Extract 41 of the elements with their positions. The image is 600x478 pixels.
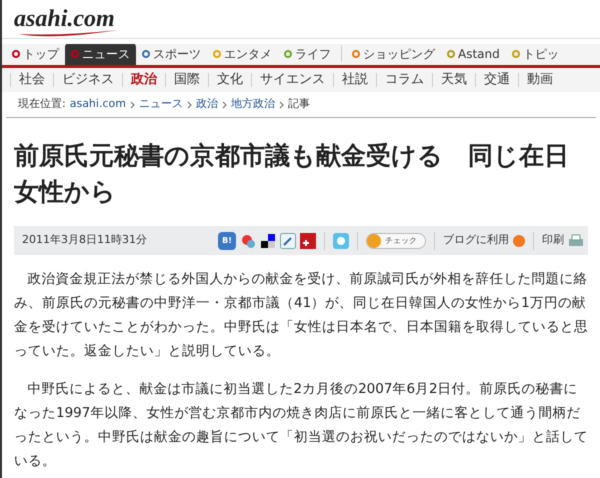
printer-icon <box>568 234 584 248</box>
breadcrumb-link[interactable]: 政治 <box>196 96 218 113</box>
nav-tab[interactable]: Astand <box>441 44 506 65</box>
nav-tab[interactable]: ライフ <box>278 44 337 65</box>
category-link[interactable]: 交通 <box>476 70 518 90</box>
category-link[interactable]: 国際 <box>166 70 208 90</box>
breadcrumb-current: 記事 <box>288 96 310 112</box>
nav-tab[interactable]: トップ <box>6 44 65 65</box>
nav-tab[interactable]: ニュース <box>65 44 136 65</box>
article-paragraph: 政治資金規正法が禁じる外国人からの献金を受け、前原誠司氏が外相を辞任した問題に絡み、前原氏の元秘書の中野洋一・京都市議（41）が、同じ在日韓国人の女性から1万円の献金を受けていたことがわかった。中野氏は「女性は日本名で、日本国籍を取得していると思っていた。返金したい」と説明している。 <box>14 270 588 361</box>
headline: 前原氏元秘書の京都市議も献金受ける 同じ在日女性から <box>13 140 570 208</box>
chevron-icon <box>278 100 284 108</box>
breadcrumb-link[interactable]: 地方政治 <box>230 96 275 113</box>
category-link[interactable]: 政治 <box>123 70 165 90</box>
nav-tab[interactable]: スポーツ <box>136 44 207 65</box>
category-link[interactable]: サイエンス <box>252 70 333 90</box>
category-link[interactable]: ビジネス <box>54 70 122 90</box>
site-logo[interactable]: asahi.com <box>14 7 115 31</box>
category-link[interactable]: 天気 <box>433 70 475 90</box>
chevron-icon <box>222 100 227 108</box>
category-link[interactable]: 動画 <box>519 70 561 90</box>
nav-tab[interactable]: エンタメ <box>207 44 278 65</box>
print-button[interactable]: 印刷 <box>542 232 584 249</box>
breadcrumb-link[interactable]: asahi.com <box>70 96 126 113</box>
category-link[interactable]: コラム <box>377 70 432 90</box>
squares-icon[interactable] <box>260 232 276 248</box>
article-paragraph: 中野氏によると、献金は市議に初当選した2カ月後の2007年6月2日付。前原氏の秘書になった1997年以降、女性が営む京都市内の焼き肉店に前原氏と一緒に客として通う間柄だったという。中野氏は献金の趣旨について「初当選のお祝いだったのではないか」と話している。 <box>14 380 588 471</box>
breadcrumb-label: 現在位置: <box>18 96 66 112</box>
plus-badge-icon[interactable] <box>300 232 316 248</box>
blog-button[interactable]: ブログに利用 <box>443 232 525 249</box>
chevron-icon <box>186 100 192 108</box>
category-link[interactable]: 文化 <box>209 70 251 90</box>
category-link[interactable]: 社説 <box>334 70 376 90</box>
breadcrumb-link[interactable]: ニュース <box>138 96 183 113</box>
chevron-icon <box>130 100 135 108</box>
article-date: 2011年3月8日11時31分 <box>22 232 147 248</box>
nav-tab[interactable]: トピッ <box>506 44 565 65</box>
check-button[interactable]: チェック <box>366 232 426 248</box>
nav-tab[interactable]: ショッピング <box>346 44 441 65</box>
bookmark-button[interactable]: B! <box>218 232 236 250</box>
category-link[interactable]: 社会 <box>11 70 53 90</box>
